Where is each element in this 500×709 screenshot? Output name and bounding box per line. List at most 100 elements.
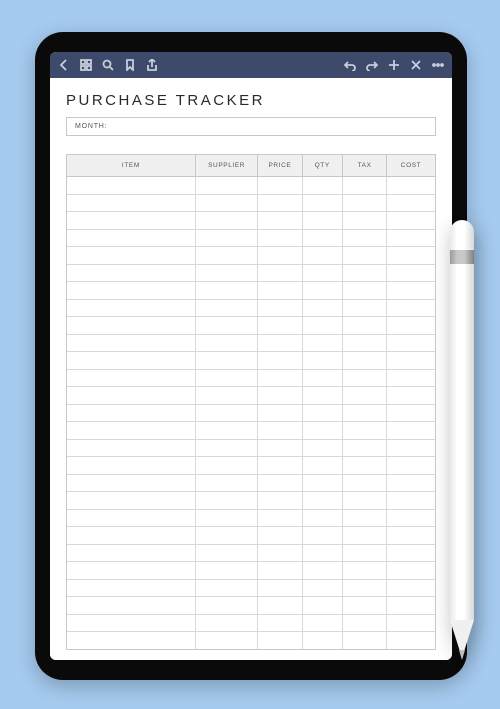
table-cell[interactable] [387,632,435,649]
table-cell[interactable] [67,317,196,334]
table-cell[interactable] [387,387,435,404]
table-cell[interactable] [303,230,343,247]
table-cell[interactable] [387,265,435,282]
table-cell[interactable] [67,195,196,212]
table-cell[interactable] [303,597,343,614]
table-cell[interactable] [387,615,435,632]
table-row[interactable] [67,545,435,563]
table-cell[interactable] [303,475,343,492]
apps-icon[interactable] [80,59,92,71]
table-cell[interactable] [196,527,259,544]
table-cell[interactable] [258,387,302,404]
more-icon[interactable] [432,59,444,71]
table-row[interactable] [67,282,435,300]
table-cell[interactable] [196,510,259,527]
table-cell[interactable] [196,387,259,404]
table-cell[interactable] [343,615,387,632]
table-cell[interactable] [196,195,259,212]
table-cell[interactable] [67,387,196,404]
table-row[interactable] [67,475,435,493]
table-cell[interactable] [258,597,302,614]
month-field[interactable]: MONTH: [66,117,436,136]
table-cell[interactable] [67,457,196,474]
table-cell[interactable] [303,632,343,649]
table-cell[interactable] [343,475,387,492]
table-cell[interactable] [343,440,387,457]
table-cell[interactable] [343,597,387,614]
table-cell[interactable] [303,300,343,317]
table-cell[interactable] [196,405,259,422]
table-cell[interactable] [196,615,259,632]
table-row[interactable] [67,615,435,633]
table-cell[interactable] [258,317,302,334]
table-row[interactable] [67,492,435,510]
table-cell[interactable] [343,545,387,562]
table-cell[interactable] [343,300,387,317]
table-cell[interactable] [343,352,387,369]
bookmark-icon[interactable] [124,59,136,71]
table-cell[interactable] [258,632,302,649]
table-cell[interactable] [303,352,343,369]
table-cell[interactable] [196,177,259,194]
table-row[interactable] [67,335,435,353]
table-row[interactable] [67,387,435,405]
table-cell[interactable] [67,212,196,229]
table-cell[interactable] [196,440,259,457]
table-row[interactable] [67,370,435,388]
back-icon[interactable] [58,59,70,71]
undo-icon[interactable] [344,59,356,71]
table-cell[interactable] [387,247,435,264]
table-cell[interactable] [196,597,259,614]
table-cell[interactable] [343,195,387,212]
table-cell[interactable] [196,230,259,247]
table-cell[interactable] [67,265,196,282]
table-cell[interactable] [343,177,387,194]
table-row[interactable] [67,527,435,545]
table-row[interactable] [67,212,435,230]
table-cell[interactable] [343,527,387,544]
table-cell[interactable] [303,370,343,387]
table-cell[interactable] [387,300,435,317]
table-cell[interactable] [196,422,259,439]
table-row[interactable] [67,632,435,649]
table-cell[interactable] [67,440,196,457]
table-cell[interactable] [387,405,435,422]
table-cell[interactable] [303,615,343,632]
table-cell[interactable] [343,632,387,649]
table-cell[interactable] [258,247,302,264]
table-row[interactable] [67,265,435,283]
table-cell[interactable] [67,405,196,422]
table-row[interactable] [67,352,435,370]
table-cell[interactable] [67,352,196,369]
table-cell[interactable] [303,562,343,579]
table-cell[interactable] [387,510,435,527]
table-cell[interactable] [258,562,302,579]
table-cell[interactable] [258,527,302,544]
table-cell[interactable] [196,562,259,579]
table-cell[interactable] [258,422,302,439]
table-cell[interactable] [387,230,435,247]
table-cell[interactable] [67,475,196,492]
table-cell[interactable] [343,282,387,299]
table-cell[interactable] [303,247,343,264]
table-cell[interactable] [387,475,435,492]
table-cell[interactable] [343,370,387,387]
table-cell[interactable] [196,300,259,317]
table-row[interactable] [67,580,435,598]
table-row[interactable] [67,300,435,318]
table-cell[interactable] [387,282,435,299]
table-cell[interactable] [67,335,196,352]
table-cell[interactable] [343,580,387,597]
table-cell[interactable] [303,440,343,457]
table-cell[interactable] [387,457,435,474]
table-cell[interactable] [196,457,259,474]
table-cell[interactable] [303,212,343,229]
add-icon[interactable] [388,59,400,71]
table-cell[interactable] [258,545,302,562]
table-row[interactable] [67,440,435,458]
table-cell[interactable] [303,527,343,544]
table-cell[interactable] [303,317,343,334]
table-row[interactable] [67,510,435,528]
table-cell[interactable] [196,352,259,369]
table-cell[interactable] [303,457,343,474]
